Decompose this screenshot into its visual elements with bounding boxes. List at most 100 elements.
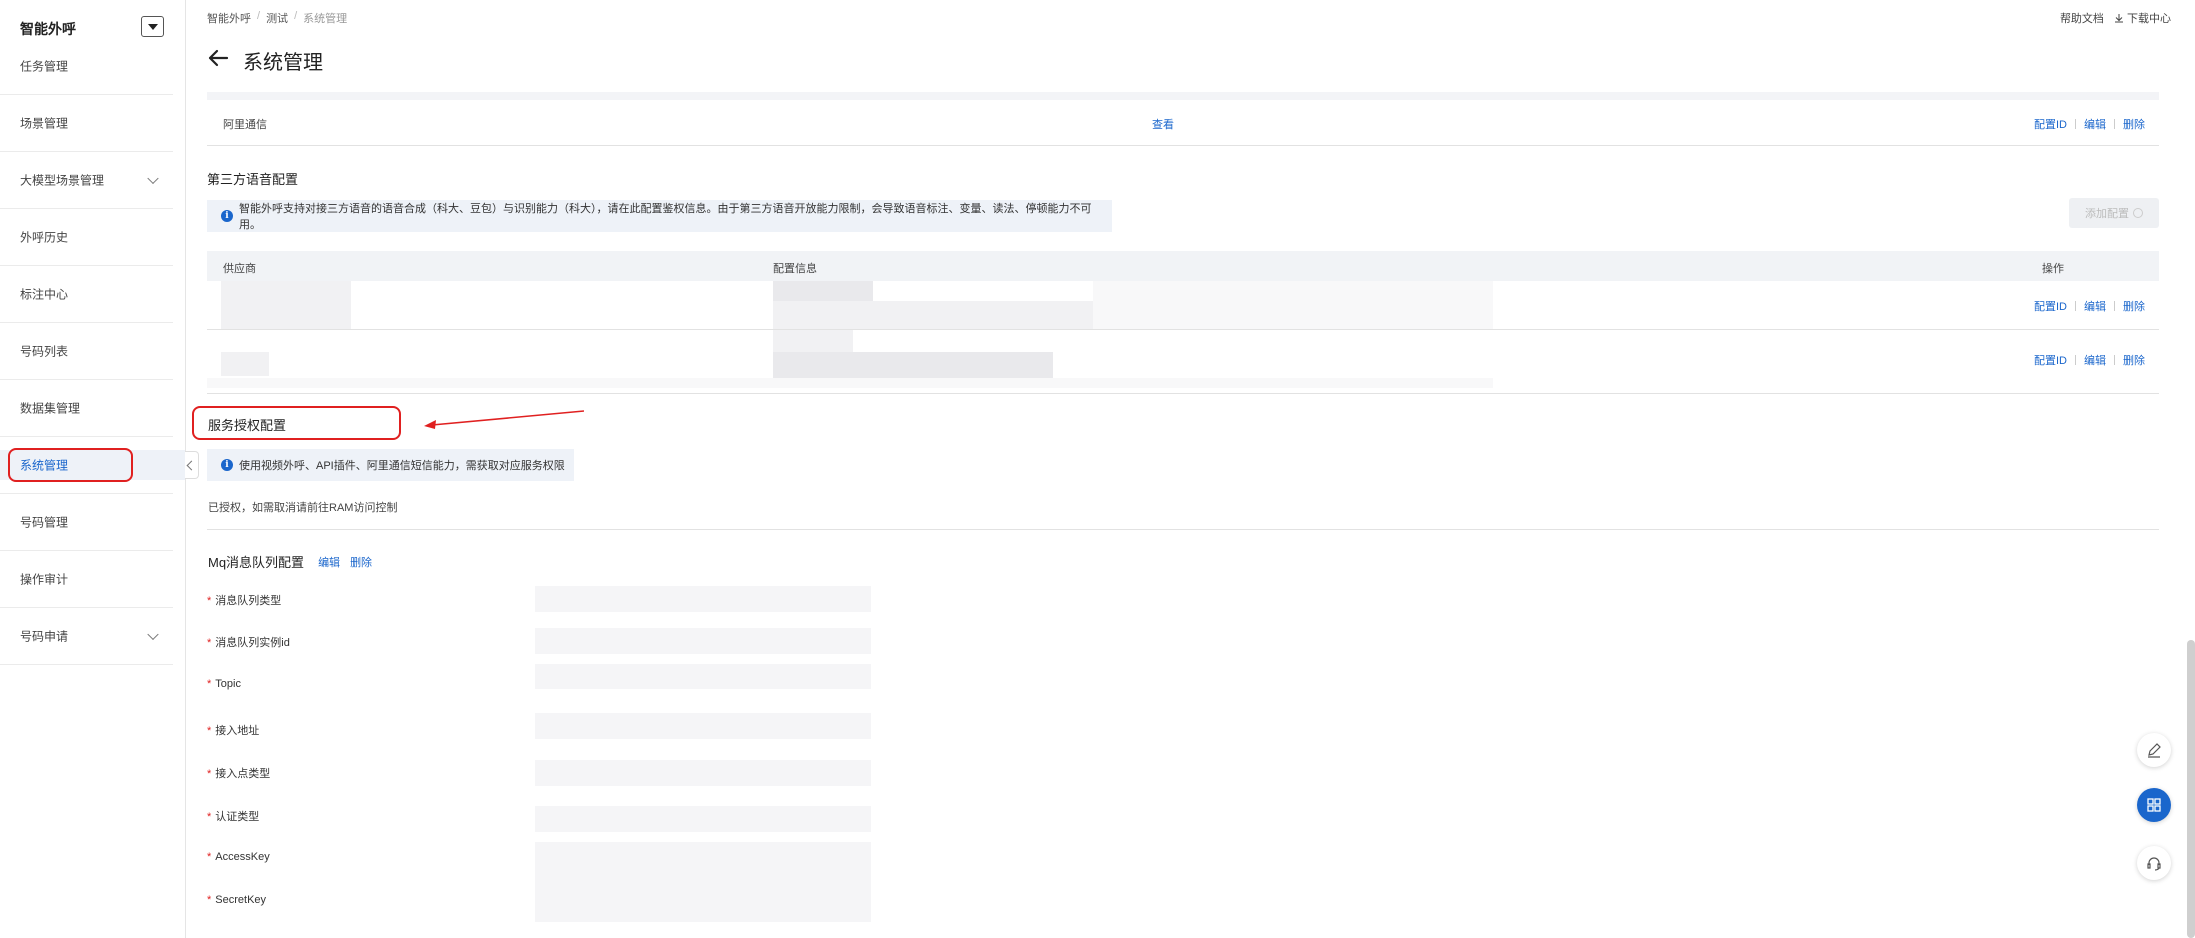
- sidebar-item-scene[interactable]: 场景管理: [0, 95, 173, 152]
- sidebar-item-number-apply[interactable]: 号码申请: [0, 608, 173, 665]
- sidebar-item-history[interactable]: 外呼历史: [0, 209, 173, 266]
- breadcrumb-item[interactable]: 测试: [266, 10, 288, 26]
- config-id-link[interactable]: 配置ID: [2034, 298, 2067, 314]
- highlight-box-service-auth: [192, 406, 401, 440]
- main-content: 智能外呼 / 测试 / 系统管理 帮助文档 下载中心 系统管理 阿里通信 查看 …: [187, 0, 2195, 938]
- field-value-redacted: [535, 628, 871, 654]
- redacted-vendor: [221, 281, 351, 329]
- caret-down-icon: [147, 23, 158, 30]
- redacted-config: [773, 330, 853, 352]
- edit-fab[interactable]: [2137, 733, 2171, 767]
- chevron-down-icon: [147, 628, 159, 641]
- config-id-link[interactable]: 配置ID: [2034, 116, 2067, 132]
- service-auth-info-text: 使用视频外呼、API插件、阿里通信短信能力，需获取对应服务权限: [239, 460, 565, 472]
- highlight-box-sidebar: [8, 448, 133, 482]
- divider: [2114, 355, 2115, 365]
- config-id-link[interactable]: 配置ID: [2034, 352, 2067, 368]
- sidebar-item-label: 任务管理: [20, 59, 69, 74]
- sidebar-title: 智能外呼: [20, 21, 76, 37]
- third-party-info-text: 智能外呼支持对接三方语音的语音合成（科大、豆包）与识别能力（科大），请在此配置鉴…: [238, 203, 1092, 231]
- row-actions: 配置ID 编辑 删除: [2034, 352, 2145, 368]
- sidebar-item-llm-scene[interactable]: 大模型场景管理: [0, 152, 173, 209]
- sidebar-item-label: 号码列表: [20, 344, 69, 359]
- field-value-redacted: [535, 882, 871, 922]
- apps-fab[interactable]: [2137, 788, 2171, 822]
- field-label-topic: * Topic: [207, 678, 241, 690]
- download-center-link[interactable]: 下载中心: [2114, 10, 2171, 26]
- download-icon: [2114, 14, 2123, 23]
- divider: [2114, 301, 2115, 311]
- sidebar-item-audit[interactable]: 操作审计: [0, 551, 173, 608]
- delete-link[interactable]: 删除: [2123, 298, 2145, 314]
- field-label-mq-type: * 消息队列类型: [207, 595, 282, 607]
- table-row: 阿里通信 查看 配置ID 编辑 删除: [207, 100, 2159, 146]
- third-party-section-title: 第三方语音配置: [207, 172, 299, 187]
- divider: [207, 529, 2159, 530]
- sidebar-item-label: 号码管理: [20, 515, 69, 530]
- sidebar-item-number-manage[interactable]: 号码管理: [0, 494, 173, 551]
- grid-icon: [2147, 798, 2161, 812]
- table-row: 配置ID 编辑 删除: [207, 281, 2159, 330]
- field-value-redacted: [535, 586, 871, 612]
- delete-link[interactable]: 删除: [2123, 352, 2145, 368]
- mq-section-header: Mq消息队列配置 编辑 删除: [208, 552, 372, 571]
- top-links: 帮助文档 下载中心: [2060, 10, 2171, 26]
- back-arrow-icon[interactable]: [207, 48, 229, 68]
- mq-section-title: Mq消息队列配置: [208, 555, 305, 570]
- divider: [2075, 355, 2076, 365]
- field-value-redacted: [535, 760, 871, 786]
- scrollbar-thumb[interactable]: [2187, 640, 2195, 938]
- redacted-config: [207, 378, 1493, 388]
- sidebar-item-label: 数据集管理: [20, 401, 81, 416]
- auth-status-text: 已授权，如需取消请前往RAM访问控制: [208, 502, 398, 514]
- service-auth-info-box: i 使用视频外呼、API插件、阿里通信短信能力，需获取对应服务权限: [207, 449, 574, 481]
- help-circle-icon: [2133, 208, 2143, 218]
- breadcrumb-current: 系统管理: [303, 13, 348, 25]
- field-label-endpoint: * 接入地址: [207, 725, 260, 737]
- field-value-redacted: [535, 806, 871, 832]
- headset-icon: [2147, 857, 2161, 871]
- edit-link[interactable]: 编辑: [2084, 352, 2106, 368]
- column-vendor: 供应商: [223, 263, 256, 275]
- sidebar: 智能外呼 任务管理 场景管理 大模型场景管理 外呼历史 标注中心 号码列表 数据…: [0, 0, 186, 938]
- vendor-name: 阿里通信: [223, 119, 267, 131]
- sidebar-item-number-list[interactable]: 号码列表: [0, 323, 173, 380]
- divider: [2114, 119, 2115, 129]
- field-value-redacted: [535, 664, 871, 689]
- sidebar-item-label: 标注中心: [20, 287, 69, 302]
- download-center-label: 下载中心: [2127, 13, 2171, 25]
- table-row: 配置ID 编辑 删除: [207, 330, 2159, 394]
- help-docs-link[interactable]: 帮助文档: [2060, 10, 2104, 26]
- divider: [2075, 301, 2076, 311]
- row-actions: 配置ID 编辑 删除: [2034, 298, 2145, 314]
- sidebar-item-annotation[interactable]: 标注中心: [0, 266, 173, 323]
- field-value-redacted: [535, 842, 871, 882]
- sidebar-item-label: 大模型场景管理: [20, 173, 105, 188]
- pencil-icon: [2148, 743, 2161, 758]
- sidebar-item-label: 操作审计: [20, 572, 69, 587]
- support-fab[interactable]: [2137, 846, 2171, 880]
- sidebar-item-dataset[interactable]: 数据集管理: [0, 380, 173, 437]
- edit-link[interactable]: 编辑: [2084, 298, 2106, 314]
- view-link[interactable]: 查看: [1152, 116, 1174, 132]
- delete-link[interactable]: 删除: [2123, 116, 2145, 132]
- sidebar-item-label: 号码申请: [20, 629, 69, 644]
- page-title: 系统管理: [243, 52, 323, 74]
- sidebar-item-task[interactable]: 任务管理: [0, 38, 173, 95]
- redacted-config: [773, 352, 1053, 378]
- sidebar-item-label: 外呼历史: [20, 230, 69, 245]
- info-icon: i: [221, 210, 233, 222]
- sidebar-dropdown-button[interactable]: [141, 16, 164, 37]
- redacted-vendor: [221, 352, 269, 376]
- info-icon: i: [221, 459, 233, 471]
- add-config-button[interactable]: 添加配置: [2069, 198, 2159, 228]
- breadcrumb-item[interactable]: 智能外呼: [207, 10, 251, 26]
- edit-link[interactable]: 编辑: [2084, 116, 2106, 132]
- field-label-mq-instance: * 消息队列实例id: [207, 637, 290, 649]
- mq-edit-link[interactable]: 编辑: [318, 554, 340, 570]
- chevron-down-icon: [147, 172, 159, 185]
- mq-delete-link[interactable]: 删除: [350, 554, 372, 570]
- breadcrumb-separator: /: [294, 10, 298, 22]
- column-ops: 操作: [2042, 263, 2064, 275]
- divider: [2075, 119, 2076, 129]
